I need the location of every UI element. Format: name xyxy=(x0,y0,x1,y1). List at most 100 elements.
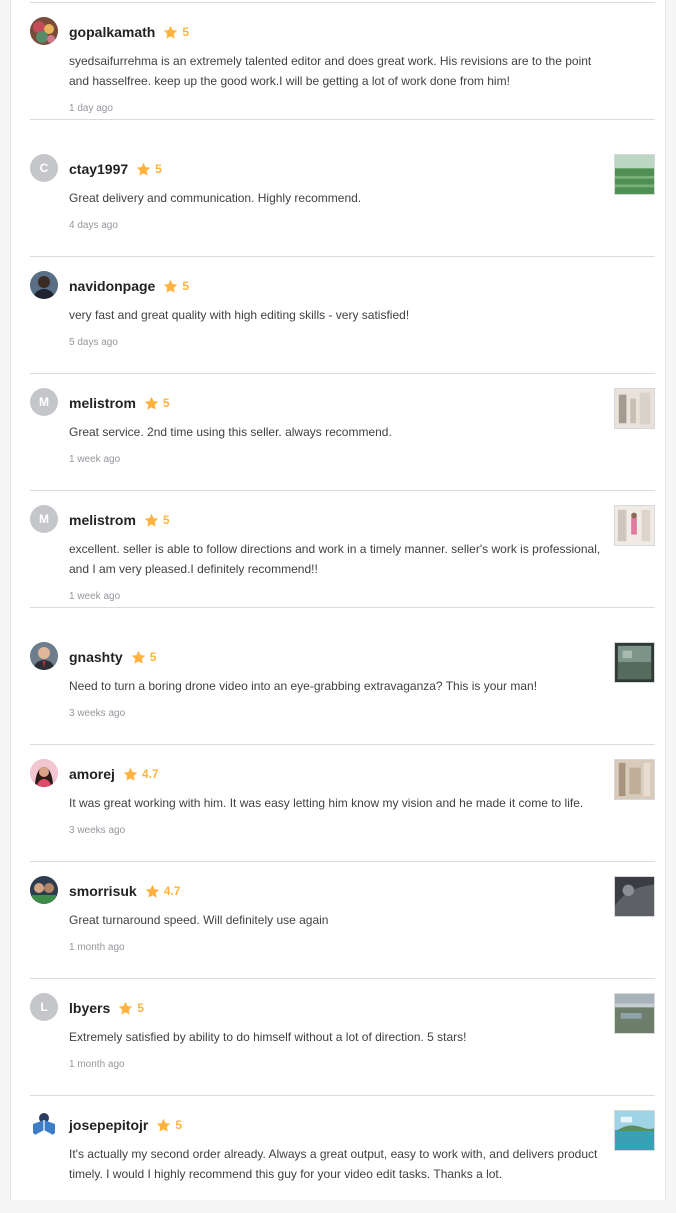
user-avatar[interactable]: C xyxy=(30,154,58,182)
image-icon xyxy=(615,1111,654,1150)
review-header: ctay1997 5 xyxy=(69,160,162,178)
review-date: 5 days ago xyxy=(69,337,118,348)
review-item: L lbyers 5 Extremely satisfied by abilit… xyxy=(30,979,655,1096)
review-text: Great turnaround speed. Will definitely … xyxy=(69,913,329,927)
review-header: gnashty 5 xyxy=(69,648,156,666)
user-avatar[interactable]: M xyxy=(30,505,58,533)
user-avatar[interactable]: M xyxy=(30,388,58,416)
user-avatar[interactable] xyxy=(30,759,58,787)
rating-value: 4.7 xyxy=(163,884,181,898)
review-item: amorej 4.7 It was great working with him… xyxy=(30,745,655,862)
review-date: 1 day ago xyxy=(69,103,113,114)
image-icon xyxy=(615,389,654,428)
delivery-thumbnail[interactable] xyxy=(614,759,655,800)
review-text: excellent. seller is able to follow dire… xyxy=(69,542,601,576)
delivery-thumbnail[interactable] xyxy=(614,154,655,195)
review-header: melistrom 5 xyxy=(69,394,170,412)
image-icon xyxy=(615,506,654,545)
rating-value: 4.7 xyxy=(141,767,159,781)
rating-value: 5 xyxy=(182,25,190,39)
review-item: smorrisuk 4.7 Great turnaround speed. Wi… xyxy=(30,862,655,979)
user-avatar[interactable] xyxy=(30,271,58,299)
rating-value: 5 xyxy=(149,650,157,664)
username[interactable]: gopalkamath xyxy=(69,24,155,40)
user-photo-avatar xyxy=(30,759,58,787)
username[interactable]: josepepitojr xyxy=(69,1117,148,1133)
username[interactable]: navidonpage xyxy=(69,278,155,294)
star-icon xyxy=(164,25,178,39)
username[interactable]: lbyers xyxy=(69,1000,110,1016)
star-icon xyxy=(144,396,159,410)
delivery-thumbnail[interactable] xyxy=(614,388,655,429)
image-icon xyxy=(615,643,654,682)
rating-value: 5 xyxy=(182,279,190,293)
review-item: C ctay1997 5 Great delivery and communic… xyxy=(30,140,655,257)
delivery-thumbnail[interactable] xyxy=(614,876,655,917)
review-item: M melistrom 5 excellent. seller is able … xyxy=(30,491,655,608)
star-icon xyxy=(131,650,145,664)
review-header: gopalkamath 5 xyxy=(69,23,189,41)
star-icon xyxy=(145,884,159,898)
username[interactable]: smorrisuk xyxy=(69,883,137,899)
username[interactable]: gnashty xyxy=(69,649,123,665)
user-photo-avatar xyxy=(30,876,58,904)
review-item: gnashty 5 Need to turn a boring drone vi… xyxy=(30,628,655,745)
review-item: M melistrom 5 Great service. 2nd time us… xyxy=(30,374,655,491)
star-icon xyxy=(136,162,151,176)
user-avatar[interactable] xyxy=(30,17,58,45)
review-text: Great service. 2nd time using this selle… xyxy=(69,425,392,439)
review-header: navidonpage 5 xyxy=(69,277,189,295)
review-header: amorej 4.7 xyxy=(69,765,159,783)
user-avatar[interactable] xyxy=(30,1110,58,1138)
review-text: syedsaifurrehma is an extremely talented… xyxy=(69,54,592,88)
star-icon xyxy=(164,279,178,293)
review-header: josepepitojr 5 xyxy=(69,1116,182,1134)
user-photo-avatar xyxy=(30,17,58,45)
delivery-thumbnail[interactable] xyxy=(614,642,655,683)
user-photo-avatar xyxy=(30,1110,58,1138)
review-date: 1 month ago xyxy=(69,942,125,953)
rating-value: 5 xyxy=(155,162,162,176)
rating-value: 5 xyxy=(175,1118,183,1132)
rating-value: 5 xyxy=(162,396,170,410)
review-header: smorrisuk 4.7 xyxy=(69,882,180,900)
review-text: Great delivery and communication. Highly… xyxy=(69,191,362,205)
review-date: 3 weeks ago xyxy=(69,825,126,836)
review-item: navidonpage 5 very fast and great qualit… xyxy=(30,257,655,374)
reviews-panel: gopalkamath 5 syedsaifurrehma is an extr… xyxy=(10,0,666,1200)
image-icon xyxy=(615,877,654,916)
review-text: It's actually my second order already. A… xyxy=(69,1147,598,1181)
review-text: Need to turn a boring drone video into a… xyxy=(69,679,538,693)
username[interactable]: melistrom xyxy=(69,395,136,411)
star-icon xyxy=(119,1001,133,1015)
review-item: gopalkamath 5 syedsaifurrehma is an extr… xyxy=(30,3,655,120)
username[interactable]: melistrom xyxy=(69,512,136,528)
review-date: 4 days ago xyxy=(69,220,118,231)
review-item: josepepitojr 5 It's actually my second o… xyxy=(30,1096,655,1213)
rating-value: 5 xyxy=(162,513,170,527)
review-header: melistrom 5 xyxy=(69,511,170,529)
delivery-thumbnail[interactable] xyxy=(614,1110,655,1151)
user-avatar[interactable] xyxy=(30,876,58,904)
user-photo-avatar xyxy=(30,271,58,299)
user-photo-avatar xyxy=(30,642,58,670)
star-icon xyxy=(123,767,138,781)
star-icon xyxy=(157,1118,171,1132)
image-icon xyxy=(615,760,654,799)
star-icon xyxy=(144,513,159,527)
review-date: 1 week ago xyxy=(69,591,121,602)
review-header: lbyers 5 xyxy=(69,999,144,1017)
rating-value: 5 xyxy=(137,1001,144,1015)
user-avatar[interactable] xyxy=(30,642,58,670)
image-icon xyxy=(615,155,654,194)
username[interactable]: amorej xyxy=(69,766,115,782)
image-icon xyxy=(615,994,654,1033)
delivery-thumbnail[interactable] xyxy=(614,993,655,1034)
review-date: 1 month ago xyxy=(69,1059,125,1070)
review-text: It was great working with him. It was ea… xyxy=(69,796,584,810)
review-text: Extremely satisfied by ability to do him… xyxy=(69,1030,467,1044)
review-text: very fast and great quality with high ed… xyxy=(69,308,410,322)
user-avatar[interactable]: L xyxy=(30,993,58,1021)
delivery-thumbnail[interactable] xyxy=(614,505,655,546)
username[interactable]: ctay1997 xyxy=(69,161,128,177)
